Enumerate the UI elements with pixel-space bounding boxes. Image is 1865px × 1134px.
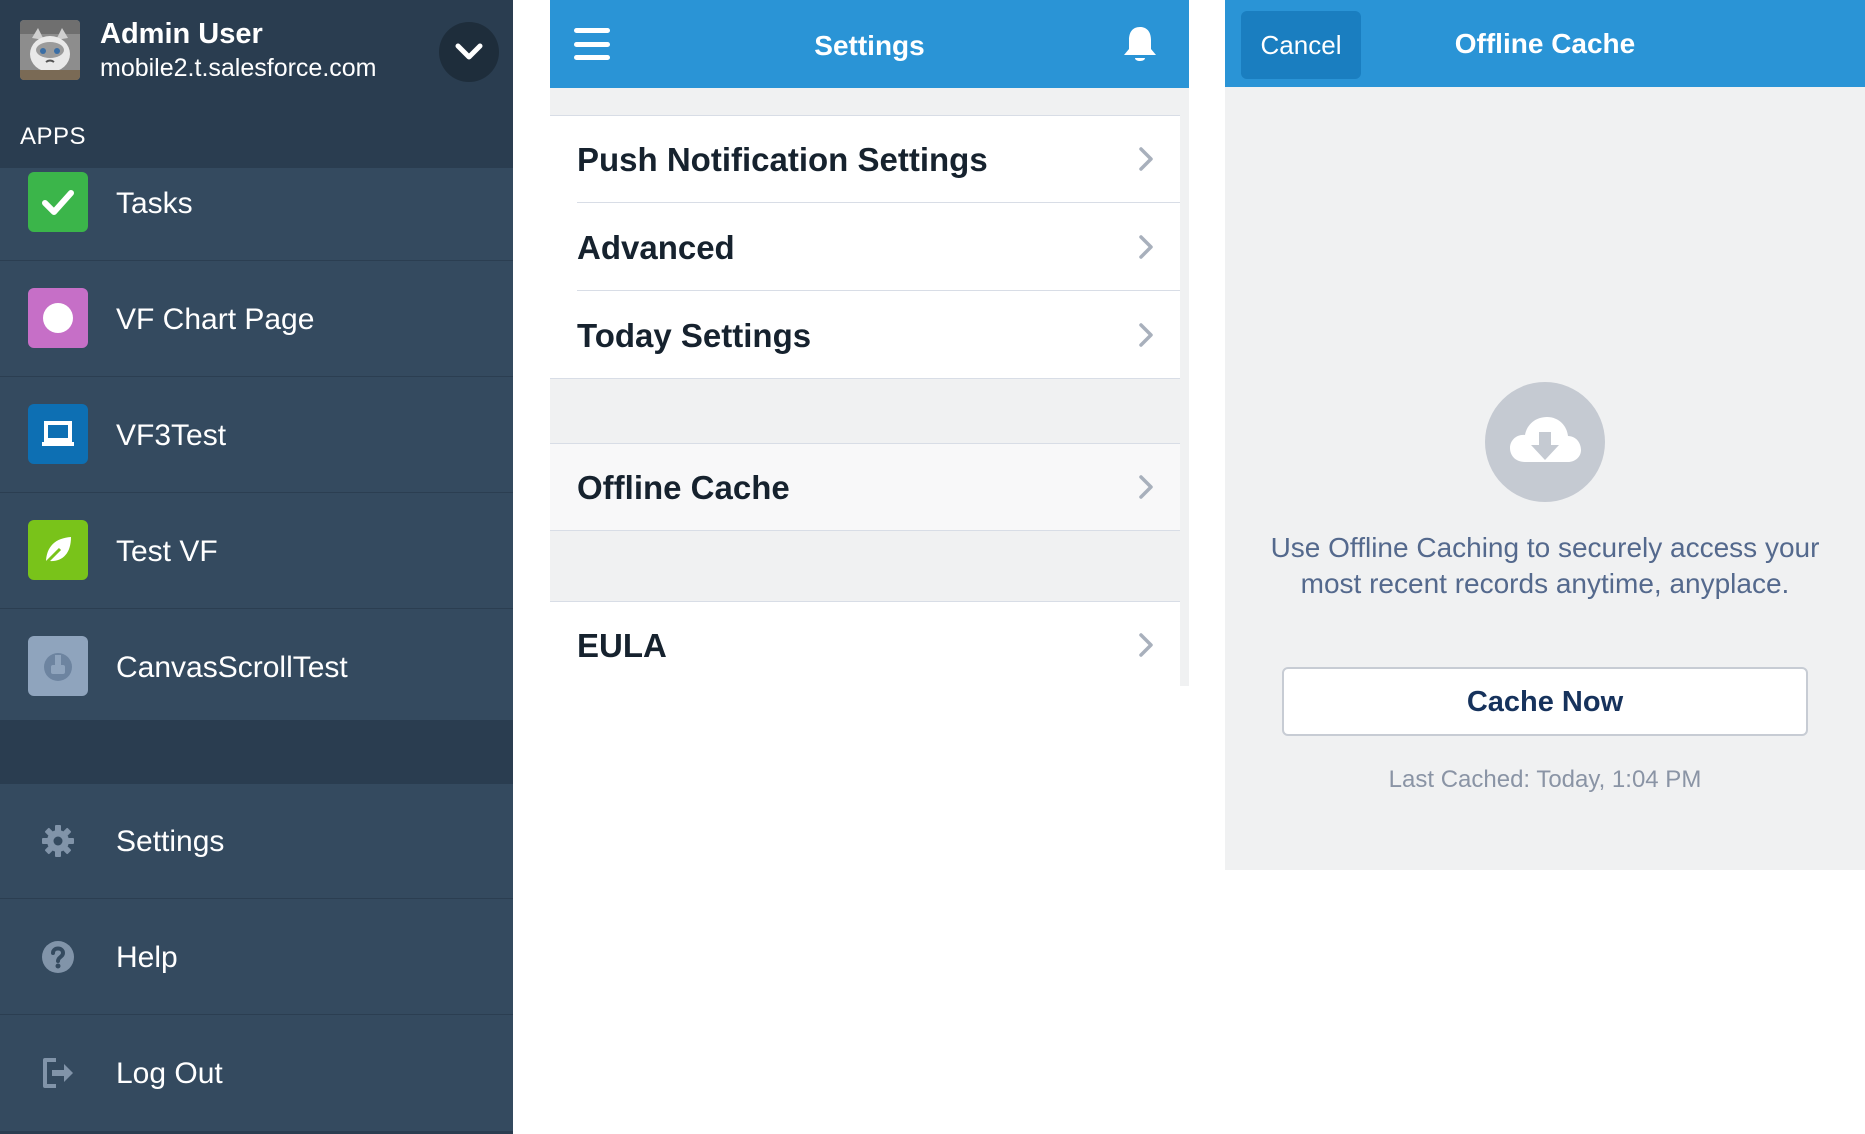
chevron-right-icon (1139, 235, 1153, 259)
chevron-down-icon (455, 43, 483, 60)
bell-icon (1124, 27, 1156, 61)
nav-item-log-out[interactable]: Log Out (0, 1016, 513, 1131)
nav-item-label: CanvasScrollTest (116, 651, 348, 684)
settings-row-eula[interactable]: EULA (550, 601, 1180, 686)
nav-item-label: Help (116, 941, 178, 974)
page-title: Settings (814, 30, 925, 61)
avatar[interactable] (20, 20, 80, 80)
tasks-app-icon (28, 172, 88, 232)
row-label: EULA (577, 627, 667, 664)
nav-item-label: Log Out (116, 1057, 223, 1090)
menu-button[interactable] (570, 24, 614, 64)
navigation-drawer: Admin User mobile2.t.salesforce.com APPS… (0, 0, 513, 1134)
nav-item-label: Settings (116, 825, 225, 858)
nav-item-settings[interactable]: Settings (0, 784, 513, 899)
notifications-button[interactable] (1118, 22, 1162, 66)
question-icon (38, 937, 78, 977)
row-label: Offline Cache (577, 469, 790, 506)
row-divider (550, 530, 1180, 531)
hamburger-icon (574, 41, 610, 47)
settings-row-today[interactable]: Today Settings (550, 291, 1180, 379)
offline-cache-header: Offline Cache Cancel (1225, 0, 1865, 87)
cancel-button[interactable]: Cancel (1241, 11, 1361, 79)
nav-item-vf-chart-page[interactable]: VF Chart Page (0, 262, 513, 377)
account-switcher-button[interactable] (439, 22, 499, 82)
nav-item-canvas-scroll-test[interactable]: CanvasScrollTest (0, 610, 513, 725)
user-org: mobile2.t.salesforce.com (100, 54, 377, 82)
row-label: Advanced (577, 229, 735, 266)
settings-row-advanced[interactable]: Advanced (550, 203, 1180, 291)
nav-item-label: Test VF (116, 535, 218, 568)
circle-icon (43, 303, 73, 333)
drawer-section-divider (0, 720, 513, 784)
cloud-download-icon (1485, 382, 1605, 502)
nav-item-label: VF3Test (116, 419, 227, 452)
gear-icon (38, 821, 78, 861)
vf-chart-page-app-icon (28, 288, 88, 348)
laptop-icon (42, 421, 74, 446)
logout-icon (38, 1053, 78, 1093)
test-vf-app-icon (28, 520, 88, 580)
chevron-right-icon (1139, 633, 1153, 657)
nav-item-test-vf[interactable]: Test VF (0, 494, 513, 609)
canvas-scroll-test-app-icon (28, 636, 88, 696)
settings-row-push-notification[interactable]: Push Notification Settings (550, 115, 1180, 203)
nav-item-label: Tasks (116, 187, 193, 220)
last-cached-timestamp: Last Cached: Today, 1:04 PM (1388, 766, 1702, 793)
drawer-header: Admin User mobile2.t.salesforce.com APPS (0, 0, 513, 168)
nav-item-vf3test[interactable]: VF3Test (0, 378, 513, 493)
cache-now-button[interactable]: Cache Now (1282, 667, 1808, 736)
chevron-right-icon (1139, 475, 1153, 499)
hamburger-icon (574, 55, 610, 60)
user-name: Admin User (100, 18, 263, 50)
offline-cache-description: Use Offline Caching to securely access y… (1270, 532, 1820, 599)
chevron-right-icon (1139, 147, 1153, 171)
row-divider (550, 378, 1180, 379)
cat-avatar-icon (20, 20, 80, 80)
checkmark-icon (42, 190, 74, 215)
nav-item-help[interactable]: Help (0, 900, 513, 1015)
row-label: Push Notification Settings (577, 141, 988, 178)
chevron-right-icon (1139, 323, 1153, 347)
nav-item-tasks[interactable]: Tasks (0, 146, 513, 261)
hamburger-icon (574, 28, 610, 33)
leaf-icon (44, 537, 71, 565)
vf3test-app-icon (28, 404, 88, 464)
settings-header: Settings (550, 0, 1189, 88)
nav-item-label: VF Chart Page (116, 303, 315, 336)
canvas-icon (44, 653, 72, 681)
settings-panel: Settings Push Notification Settings Adva… (550, 0, 1189, 686)
row-label: Today Settings (577, 317, 812, 354)
offline-cache-panel: Offline Cache Cancel Use Offline Caching… (1225, 0, 1865, 870)
settings-row-offline-cache[interactable]: Offline Cache (550, 443, 1180, 531)
